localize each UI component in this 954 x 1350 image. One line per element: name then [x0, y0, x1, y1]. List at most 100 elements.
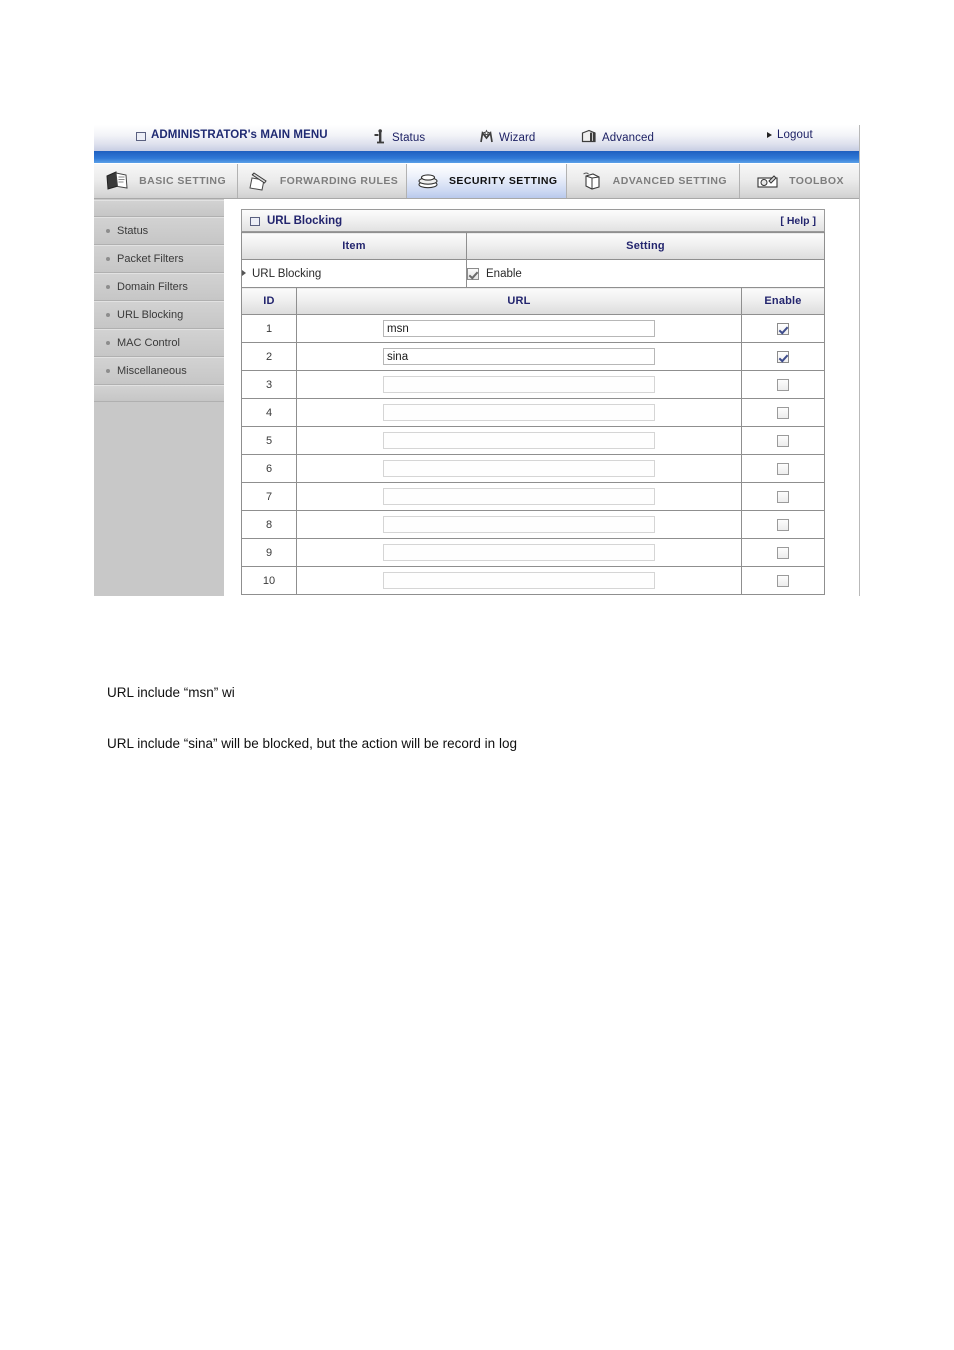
bullet-icon	[106, 285, 110, 289]
row-enable-cell	[741, 454, 825, 483]
sidebar-item-label: Status	[117, 225, 149, 237]
row-enable-checkbox[interactable]	[777, 574, 789, 587]
sidebar-fill	[94, 402, 224, 596]
table-row: 2	[241, 342, 825, 371]
url-input[interactable]	[383, 320, 655, 337]
url-input[interactable]	[383, 460, 655, 477]
tab-advanced-setting[interactable]: ADVANCED SETTING	[567, 164, 741, 198]
bullet-icon	[106, 369, 110, 373]
table-row: 7	[241, 482, 825, 511]
chevron-right-icon	[242, 269, 246, 276]
sidebar-item-mac-control[interactable]: MAC Control	[94, 329, 224, 357]
row-enable-checkbox[interactable]	[777, 322, 789, 335]
column-header-setting: Setting	[466, 232, 825, 260]
bullet-icon	[106, 229, 110, 233]
row-enable-checkbox[interactable]	[777, 434, 789, 447]
tab-security-setting-label: SECURITY SETTING	[448, 175, 558, 187]
url-input[interactable]	[383, 404, 655, 421]
row-url-cell	[296, 510, 742, 539]
bullet-icon	[106, 257, 110, 261]
main-menu-text: ADMINISTRATOR's MAIN MENU	[151, 129, 328, 141]
column-header-enable: Enable	[741, 287, 825, 315]
sidebar-item-miscellaneous[interactable]: Miscellaneous	[94, 357, 224, 385]
main-tab-bar: BASIC SETTING FORWARDING RULES SECURITY …	[94, 164, 859, 199]
table-row: 9	[241, 538, 825, 567]
caption-line-2: URL include “sina” will be blocked, but …	[107, 736, 517, 751]
row-id: 3	[241, 370, 297, 399]
url-blocking-item-label: URL Blocking	[252, 267, 322, 280]
url-blocking-item-cell: URL Blocking	[241, 259, 467, 288]
url-input[interactable]	[383, 516, 655, 533]
page-root: ADMINISTRATOR's MAIN MENU Status Wizard …	[0, 0, 954, 1350]
url-input[interactable]	[383, 432, 655, 449]
bullet-icon	[106, 313, 110, 317]
row-enable-checkbox[interactable]	[777, 406, 789, 419]
window-square-icon	[250, 217, 260, 226]
advanced-chart-icon	[581, 129, 597, 147]
admin-top-bar: ADMINISTRATOR's MAIN MENU Status Wizard …	[94, 125, 859, 163]
row-enable-checkbox[interactable]	[777, 546, 789, 559]
sidebar-item-label: MAC Control	[117, 337, 180, 349]
sidebar: Status Packet Filters Domain Filters URL…	[94, 199, 224, 596]
admin-menu-wizard-label: Wizard	[499, 132, 536, 144]
pencil-paper-icon	[246, 170, 272, 192]
row-url-cell	[296, 426, 742, 455]
sidebar-item-label: Domain Filters	[117, 281, 188, 293]
main-content: URL Blocking [ Help ] Item Setting URL B…	[224, 199, 859, 596]
url-input[interactable]	[383, 348, 655, 365]
window-square-icon	[136, 131, 146, 141]
tab-basic-setting[interactable]: BASIC SETTING	[94, 164, 239, 198]
url-input[interactable]	[383, 544, 655, 561]
url-input[interactable]	[383, 376, 655, 393]
tab-advanced-setting-label: ADVANCED SETTING	[612, 175, 727, 187]
tab-toolbox[interactable]: TOOLBOX	[740, 164, 859, 198]
page-title: URL Blocking	[267, 214, 343, 227]
bullet-icon	[106, 341, 110, 345]
help-link[interactable]: [ Help ]	[780, 215, 816, 227]
sidebar-item-url-blocking[interactable]: URL Blocking	[94, 301, 224, 329]
open-box-icon	[579, 170, 605, 192]
row-enable-checkbox[interactable]	[777, 378, 789, 391]
sidebar-bottom-spacer	[94, 385, 224, 402]
admin-menu-status[interactable]: Status	[374, 129, 425, 147]
table-row: 10	[241, 566, 825, 595]
row-url-cell	[296, 454, 742, 483]
row-enable-checkbox[interactable]	[777, 518, 789, 531]
router-admin-screenshot: ADMINISTRATOR's MAIN MENU Status Wizard …	[94, 125, 860, 596]
column-header-item: Item	[241, 232, 467, 260]
tab-forwarding-rules[interactable]: FORWARDING RULES	[238, 164, 407, 198]
row-id: 5	[241, 426, 297, 455]
panel-title-bar: URL Blocking [ Help ]	[241, 209, 825, 232]
row-id: 4	[241, 398, 297, 427]
row-enable-cell	[741, 510, 825, 539]
sidebar-item-label: Packet Filters	[117, 253, 184, 265]
row-url-cell	[296, 314, 742, 343]
admin-menu-logout[interactable]: Logout	[767, 129, 813, 141]
url-input[interactable]	[383, 488, 655, 505]
url-blocking-enable-row: URL Blocking Enable	[241, 259, 825, 288]
row-enable-checkbox[interactable]	[777, 350, 789, 363]
item-setting-table: Item Setting URL Blocking Enable	[241, 232, 825, 288]
row-id: 1	[241, 314, 297, 343]
toolbox-gear-icon	[755, 170, 781, 192]
sidebar-item-domain-filters[interactable]: Domain Filters	[94, 273, 224, 301]
tab-basic-setting-label: BASIC SETTING	[139, 175, 227, 187]
table-row: 4	[241, 398, 825, 427]
admin-menu-status-label: Status	[392, 132, 426, 144]
row-enable-checkbox[interactable]	[777, 462, 789, 475]
admin-menu-wizard[interactable]: Wizard	[479, 129, 535, 147]
admin-menu-advanced[interactable]: Advanced	[581, 129, 654, 147]
sidebar-item-status[interactable]: Status	[94, 217, 224, 245]
admin-menu-advanced-label: Advanced	[602, 132, 654, 144]
row-url-cell	[296, 370, 742, 399]
tab-security-setting[interactable]: SECURITY SETTING	[406, 164, 567, 198]
chevron-right-icon	[767, 132, 772, 138]
row-enable-checkbox[interactable]	[777, 490, 789, 503]
row-enable-cell	[741, 482, 825, 511]
url-input[interactable]	[383, 572, 655, 589]
shield-stack-icon	[415, 170, 441, 192]
url-blocking-enable-checkbox[interactable]	[467, 267, 479, 280]
sidebar-item-packet-filters[interactable]: Packet Filters	[94, 245, 224, 273]
url-table-header-row: ID URL Enable	[241, 287, 825, 315]
books-icon	[105, 170, 131, 192]
